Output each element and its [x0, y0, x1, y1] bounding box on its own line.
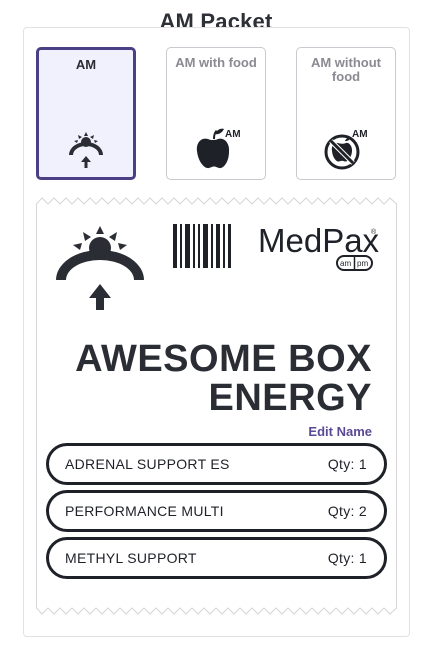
box-name-line-1: AWESOME BOX: [75, 338, 372, 380]
supplement-name: METHYL SUPPORT: [65, 550, 197, 566]
brand-name: MedPax: [258, 222, 380, 259]
option-am-without-food[interactable]: AM without food AM: [296, 47, 396, 180]
sunrise-icon: [39, 129, 133, 169]
supplement-name: PERFORMANCE MULTI: [65, 503, 224, 519]
brand-badge-am: am: [340, 259, 351, 268]
option-am-label: AM: [75, 57, 97, 72]
svg-text:®: ®: [371, 228, 377, 236]
supplement-qty: Qty: 1: [327, 456, 367, 472]
no-food-icon-badge: AM: [352, 129, 368, 140]
supplement-row: METHYL SUPPORT Qty: 1: [46, 537, 387, 579]
sunrise-large-icon: [56, 222, 144, 317]
apple-icon-badge: AM: [225, 129, 240, 140]
supplement-row: ADRENAL SUPPORT ES Qty: 1: [46, 443, 387, 485]
apple-icon: AM: [167, 125, 265, 171]
box-name: AWESOME BOX ENERGY: [52, 340, 372, 418]
supplement-qty: Qty: 2: [327, 503, 367, 519]
option-am-with-food[interactable]: AM with food AM: [166, 47, 266, 180]
no-food-icon: AM: [297, 125, 395, 171]
brand-logo: MedPax ® am pm: [258, 220, 380, 281]
medication-packet: MedPax ® am pm AWESOME BOX ENERGY Edit N…: [36, 192, 397, 620]
option-am[interactable]: AM: [36, 47, 136, 180]
supplement-name: ADRENAL SUPPORT ES: [65, 456, 230, 472]
option-am-without-food-label: AM without food: [310, 55, 382, 84]
barcode-icon: [172, 224, 232, 273]
brand-badge-pm: pm: [357, 259, 368, 268]
option-am-with-food-label: AM with food: [175, 55, 257, 70]
supplement-row: PERFORMANCE MULTI Qty: 2: [46, 490, 387, 532]
supplement-qty: Qty: 1: [327, 550, 367, 566]
edit-name-link[interactable]: Edit Name: [308, 424, 372, 439]
box-name-line-2: ENERGY: [208, 377, 372, 419]
